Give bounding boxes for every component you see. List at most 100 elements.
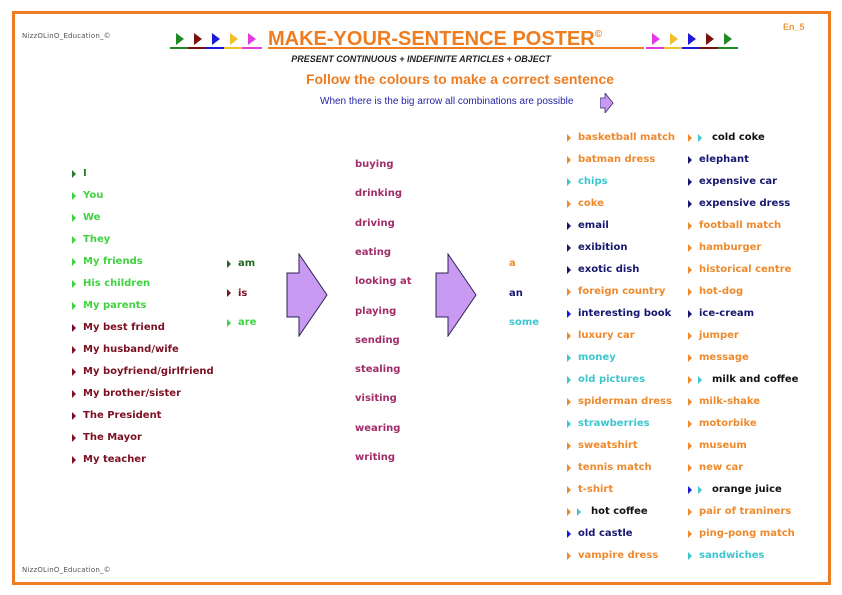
object-item-text: ice-cream [699,308,755,319]
bullet-triangle-icon [698,375,702,384]
bullet-triangle-icon [227,259,231,268]
subject-item-text: We [83,212,101,223]
bullet-triangle-icon [72,323,76,332]
bullet-triangle-icon [688,397,692,406]
auxiliary-item-text: is [238,287,248,299]
object-item: interesting book [567,308,671,319]
object-item: pair of traniners [688,506,791,517]
subject-item-text: My husband/wife [83,344,179,355]
verb-item: sending [355,334,400,346]
triangle-icon-underline [646,47,666,49]
object-item: foreign country [567,286,665,297]
subject-item-text: My teacher [83,454,147,465]
bullet-triangle-icon [567,463,571,472]
bullet-triangle-icon [688,485,692,494]
bullet-triangle-icon [688,265,692,274]
bullet-triangle-icon [688,463,692,472]
auxiliary-item-text: are [238,317,257,328]
bullet-triangle-icon [688,375,692,384]
object-item: expensive dress [688,198,790,209]
poster-subtitle: PRESENT CONTINUOUS + INDEFINITE ARTICLES… [291,54,551,64]
object-item-text: batman dress [578,154,656,165]
object-item: coke [567,198,604,209]
object-item-text: message [699,352,749,363]
auxiliary-item: is [227,288,247,299]
bullet-triangle-icon [688,309,692,318]
bullet-triangle-icon [567,441,571,450]
article-item: some [509,317,540,328]
verb-item: buying [355,159,394,170]
object-item: milk and coffee [688,374,798,385]
triangle-icon-underline [242,47,262,49]
object-item-text: vampire dress [578,550,659,561]
triangle-icon [688,33,696,45]
bullet-triangle-icon [227,289,231,297]
bullet-triangle-icon [688,507,692,516]
bullet-triangle-icon [72,257,76,266]
subject-item-text: The President [83,410,162,421]
object-item-text: hot coffee [591,506,648,517]
triangle-icon [248,33,256,45]
bullet-triangle-icon [567,155,571,164]
object-item-text: museum [699,440,747,451]
subject-item-text: My friends [83,256,143,267]
object-item-text: milk and coffee [712,374,799,385]
object-item-text: pair of traniners [699,506,792,517]
bullet-triangle-icon [688,177,692,186]
bullet-triangle-icon [567,199,571,208]
object-item-text: chips [578,176,608,187]
verb-item: visiting [355,393,397,405]
object-item: t-shirt [567,484,613,495]
bullet-triangle-icon [72,411,76,420]
triangle-icon [724,33,732,45]
object-item: museum [688,440,747,451]
auxiliary-item: are [227,317,256,328]
object-item-text: cold coke [712,132,765,143]
verb-item: writing [355,452,396,463]
object-item-text: email [578,220,609,231]
bullet-triangle-icon [72,433,76,442]
subject-item: I [72,168,87,179]
bullet-triangle-icon [567,177,571,186]
subject-item: You [72,190,103,201]
verb-item: playing [355,305,397,317]
subject-item-text: The Mayor [83,432,142,443]
bullet-triangle-icon [567,419,571,428]
object-item: spiderman dress [567,396,672,407]
triangle-icon [670,33,678,45]
object-item-text: strawberries [578,418,650,429]
bullet-triangle-icon [688,551,692,560]
subject-item: My brother/sister [72,388,181,399]
bullet-triangle-icon [688,199,692,208]
object-item-text: sweatshirt [578,440,638,451]
article-item: an [509,287,523,299]
bullet-triangle-icon [72,455,76,464]
triangle-icon [230,33,238,45]
small-arrow-icon [600,93,614,113]
subject-item: His children [72,278,150,289]
bullet-triangle-icon [567,133,571,142]
object-item-text: old pictures [578,374,646,385]
object-item: motorbike [688,418,757,429]
object-item: strawberries [567,418,650,429]
bullet-triangle-icon [688,353,692,362]
object-item: ice-cream [688,308,754,319]
object-item: expensive car [688,176,777,187]
bullet-triangle-icon [72,235,76,244]
object-item-text: money [578,352,616,363]
object-item-text: spiderman dress [578,396,672,407]
title-underline [268,47,644,49]
bullet-triangle-icon [567,485,571,494]
instruction-text: Follow the colours to make a correct sen… [305,71,615,87]
object-item: hamburger [688,242,761,253]
subject-item: My parents [72,300,146,311]
object-item: exibition [567,242,627,253]
object-item: cold coke [688,132,765,143]
object-item-text: hot-dog [699,286,744,297]
subject-item: My friends [72,256,143,267]
big-arrow-icon-1 [286,253,328,337]
subject-item: We [72,212,100,223]
bullet-triangle-icon [688,243,692,252]
subject-item-text: My parents [83,300,147,311]
object-item: luxury car [567,330,635,341]
